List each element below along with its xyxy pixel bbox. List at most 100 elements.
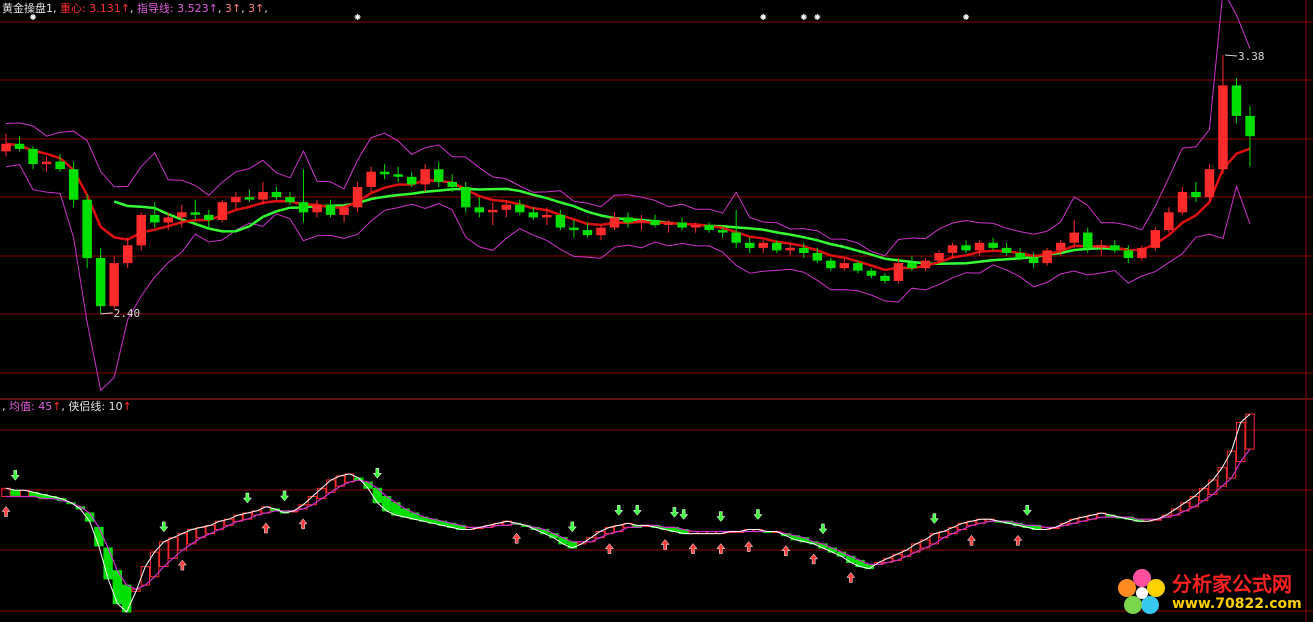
candle-body — [14, 143, 25, 149]
candle-body — [1069, 232, 1079, 243]
sell-arrow-icon — [716, 511, 726, 522]
candle-body — [826, 260, 836, 269]
candle-body — [352, 187, 363, 208]
candle-body — [1191, 192, 1201, 198]
candle-body — [609, 217, 620, 228]
chart-window: 黄金操盘1, 重心: 3.131↑, 指导线: 3.523↑, 3↑, 3↑, … — [0, 0, 1313, 622]
candle-body — [312, 204, 322, 213]
candle-body — [758, 242, 768, 248]
sell-arrow-icon — [929, 513, 939, 525]
watermark-logo: 分析家公式网 www.70822.com — [1116, 566, 1310, 618]
buy-arrow-icon — [781, 545, 791, 556]
candle-body — [528, 212, 539, 218]
top-star-marker — [354, 14, 361, 20]
candle-body — [406, 176, 417, 185]
candle-body — [988, 242, 998, 248]
candle-body — [893, 263, 904, 281]
sell-arrow-icon — [669, 507, 679, 518]
osc-bar — [94, 526, 104, 547]
candle-body — [623, 217, 633, 223]
sell-arrow-icon — [10, 470, 20, 481]
candle-body — [231, 197, 241, 203]
buy-arrow-icon — [512, 532, 522, 544]
candle-body — [177, 212, 187, 218]
sell-arrow-icon — [1022, 505, 1032, 516]
top-star-marker — [30, 14, 37, 20]
buy-arrow-icon — [604, 543, 614, 554]
candle-body — [934, 253, 944, 261]
candle-body — [1231, 85, 1242, 116]
osc-bar — [10, 489, 20, 497]
candle-body — [650, 220, 660, 226]
candle-body — [204, 214, 214, 220]
candle-body — [434, 169, 444, 182]
osc-bar — [1245, 413, 1255, 450]
high-price-label: 3.38 — [1238, 50, 1265, 63]
candle-body — [217, 202, 228, 220]
candle-body — [258, 192, 268, 200]
candle-body — [366, 171, 376, 187]
candle-body — [82, 199, 92, 259]
candle-body — [244, 197, 255, 200]
candle-body — [745, 242, 755, 248]
candle-body — [812, 253, 823, 261]
candle-body — [596, 227, 606, 236]
candle-body — [677, 222, 687, 228]
ma-red-line — [5, 142, 1251, 272]
osc-bar — [1236, 421, 1246, 462]
candle-body — [582, 230, 593, 236]
candle-body — [1177, 192, 1188, 213]
buy-arrow-icon — [298, 518, 308, 530]
buy-arrow-icon — [1013, 534, 1023, 546]
low-price-label: 2.40 — [114, 307, 141, 320]
candle-body — [95, 258, 106, 307]
watermark-name: 分析家公式网 — [1172, 572, 1292, 596]
candle-body — [1123, 250, 1134, 258]
sell-arrow-icon — [372, 468, 382, 479]
top-star-marker — [760, 14, 767, 20]
candle-body — [123, 245, 133, 264]
osc-signal-line — [6, 448, 1251, 590]
sell-arrow-icon — [242, 492, 252, 504]
osc-bar — [1226, 450, 1237, 479]
sell-arrow-icon — [279, 490, 290, 502]
candle-body — [772, 242, 782, 251]
sell-arrow-icon — [632, 505, 642, 516]
candle-body — [501, 204, 512, 210]
candle-body — [542, 214, 552, 218]
candle-body — [555, 214, 566, 228]
candle-body — [474, 207, 484, 213]
candle-body — [339, 207, 349, 215]
candle-body — [163, 217, 173, 223]
top-star-marker — [814, 14, 821, 20]
sell-arrow-icon — [818, 523, 828, 535]
high-marker-line — [1224, 54, 1237, 57]
candle-body — [1056, 242, 1066, 251]
band-lower-line — [5, 164, 1251, 392]
candle-body — [1110, 245, 1120, 251]
candle-body — [880, 275, 890, 281]
osc-bar — [103, 547, 113, 580]
candle-body — [704, 225, 714, 231]
candle-body — [866, 270, 877, 276]
buy-arrow-icon — [1, 506, 11, 517]
candle-body — [379, 171, 390, 175]
candle-body — [447, 181, 457, 187]
candle-body — [1245, 115, 1255, 137]
sell-arrow-icon — [567, 521, 577, 533]
candle-body — [717, 230, 728, 233]
candle-body — [109, 263, 119, 307]
candle-body — [1150, 230, 1161, 248]
sell-arrow-icon — [159, 521, 169, 533]
candle-body — [853, 263, 863, 271]
candle-body — [55, 161, 65, 170]
buy-arrow-icon — [809, 553, 819, 565]
candle-body — [515, 204, 525, 213]
sell-arrow-icon — [679, 509, 689, 520]
candle-body — [28, 148, 38, 165]
candle-body — [1001, 247, 1012, 253]
candle-body — [1096, 245, 1106, 248]
flower-logo-icon — [1118, 569, 1165, 614]
candle-body — [488, 209, 498, 213]
candle-body — [785, 247, 795, 251]
